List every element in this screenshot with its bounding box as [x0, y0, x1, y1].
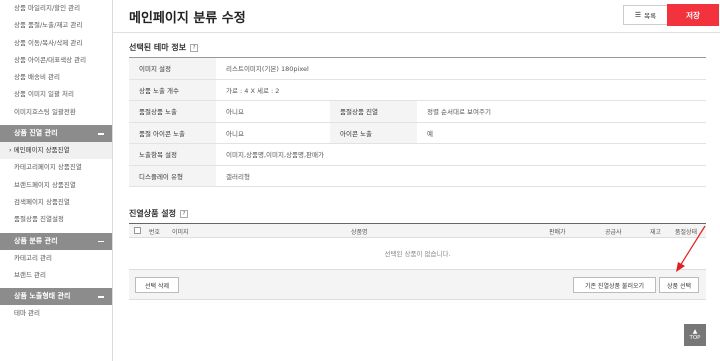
- col-stock: 재고: [650, 229, 662, 236]
- label-soldout-display: 품절상품 진열: [330, 100, 417, 123]
- label-image-setting: 이미지 설정: [129, 57, 216, 80]
- label-soldout-expose: 품절상품 노출: [129, 100, 216, 123]
- sidebar-item[interactable]: › 메인페이지 상품진열: [0, 142, 112, 160]
- sidebar-product-group: 상품 마일리지/할인 관리 상품 품절/노출/재고 관리 상품 이동/복사/삭제 관…: [0, 0, 112, 121]
- products-table-footer: 선택 삭제 기존 진열상품 불러오기 상품 선택: [129, 270, 706, 300]
- collapse-icon[interactable]: [98, 296, 104, 298]
- products-table-header: 번호 이미지 상품명 판매가 공급사 재고 품절상태: [129, 224, 706, 238]
- sidebar-item[interactable]: 브랜드 관리: [0, 267, 112, 284]
- red-arrow-annotation: [676, 225, 706, 272]
- collapse-icon[interactable]: [98, 240, 104, 243]
- col-price: 판매가: [549, 229, 566, 236]
- label-soldout-icon: 품절 아이콘 노출: [129, 122, 216, 144]
- page-header: 메인페이지 분류 수정 ☰ 목록 저장: [113, 0, 720, 33]
- select-all-checkbox[interactable]: [134, 227, 141, 234]
- sidebar-item[interactable]: 브랜드페이지 상품진열: [0, 177, 112, 194]
- sidebar-header-display[interactable]: 상품 진열 관리: [0, 125, 112, 143]
- theme-info-table: 이미지 설정 리스트이미지(기본) 180pixel 상품 노출 개수 가로 : 4…: [129, 57, 706, 187]
- sidebar-item[interactable]: 상품 품절/노출/재고 관리: [0, 17, 112, 34]
- sidebar-item[interactable]: 카테고리 관리: [0, 250, 112, 267]
- list-button[interactable]: ☰ 목록: [623, 5, 668, 25]
- sidebar-item[interactable]: 상품 마일리지/할인 관리: [0, 0, 112, 17]
- delete-selected-button[interactable]: 선택 삭제: [135, 277, 179, 293]
- sidebar-item[interactable]: 상품 이미지 일괄 처리: [0, 86, 112, 103]
- products-title: 진열상품 설정?: [129, 208, 188, 219]
- load-existing-button[interactable]: 기존 진열상품 불러오기: [573, 277, 656, 293]
- value-icon-expose: 예: [417, 122, 706, 144]
- value-image-setting: 리스트이미지(기본) 180pixel: [216, 57, 706, 80]
- empty-message: 선택된 상품이 없습니다.: [129, 238, 706, 270]
- sidebar-exposure-group: 테마 관리: [0, 305, 112, 322]
- select-product-button[interactable]: 상품 선택: [659, 277, 699, 293]
- label-display-type: 디스플레이 유형: [129, 165, 216, 187]
- sidebar-item[interactable]: 품절상품 진열설정: [0, 211, 112, 228]
- sidebar-item[interactable]: 상품 아이콘/대표색상 관리: [0, 52, 112, 69]
- help-icon[interactable]: ?: [190, 43, 199, 52]
- scroll-top-button[interactable]: ▲ TOP: [684, 324, 706, 346]
- sidebar-category-group: 카테고리 관리 브랜드 관리: [0, 250, 112, 285]
- sidebar-item[interactable]: 테마 관리: [0, 305, 112, 322]
- label-icon-expose: 아이콘 노출: [330, 122, 417, 144]
- label-exposure-count: 상품 노출 개수: [129, 79, 216, 101]
- value-soldout-display: 정렬 순서대로 보여주기: [417, 100, 706, 123]
- col-supplier: 공급사: [605, 229, 622, 236]
- collapse-icon[interactable]: [98, 133, 104, 135]
- save-button[interactable]: 저장: [667, 4, 719, 26]
- value-soldout-icon: 아니요: [216, 122, 330, 144]
- sidebar-item[interactable]: 상품 배송비 관리: [0, 69, 112, 86]
- products-table: 번호 이미지 상품명 판매가 공급사 재고 품절상태 선택된 상품이 없습니다.…: [129, 223, 706, 300]
- label-expose-items: 노출항목 설정: [129, 143, 216, 166]
- value-soldout-expose: 아니요: [216, 100, 330, 123]
- col-name: 상품명: [351, 229, 368, 236]
- sidebar-header-exposure[interactable]: 상품 노출형태 관리: [0, 288, 112, 306]
- sidebar-display-group: › 메인페이지 상품진열 카테고리페이지 상품진열 브랜드페이지 상품진열 검색페이지…: [0, 142, 112, 228]
- sidebar: 상품 마일리지/할인 관리 상품 품절/노출/재고 관리 상품 이동/복사/삭제 관…: [0, 0, 113, 361]
- value-exposure-count: 가로 : 4 X 세로 : 2: [216, 79, 706, 101]
- value-display-type: 갤러리형: [216, 165, 706, 187]
- list-icon: ☰: [634, 11, 642, 19]
- sidebar-item[interactable]: 검색페이지 상품진열: [0, 194, 112, 211]
- sidebar-item[interactable]: 이미지호스팅 일괄전환: [0, 104, 112, 121]
- sidebar-item[interactable]: 상품 이동/복사/삭제 관리: [0, 35, 112, 52]
- col-no: 번호: [149, 229, 161, 236]
- help-icon[interactable]: ?: [179, 209, 188, 218]
- value-expose-items: 이미지,상품명,이미지,상품명,판매가: [216, 143, 706, 166]
- sidebar-header-category[interactable]: 상품 분류 관리: [0, 232, 112, 250]
- sidebar-item[interactable]: 카테고리페이지 상품진열: [0, 159, 112, 176]
- col-image: 이미지: [172, 229, 189, 236]
- page-title: 메인페이지 분류 수정: [129, 11, 246, 26]
- theme-info-title: 선택된 테마 정보?: [129, 42, 199, 53]
